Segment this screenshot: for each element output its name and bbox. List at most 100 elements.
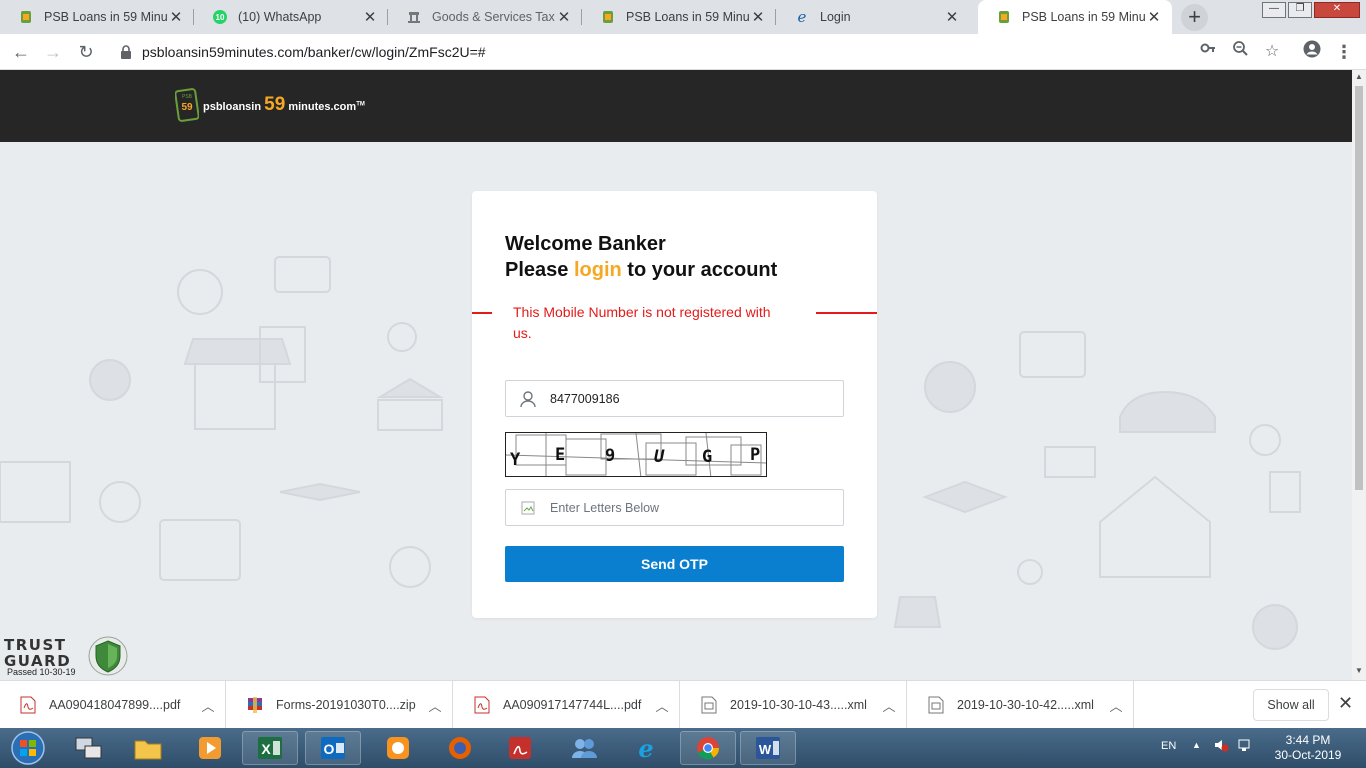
taskbar-explorer-icon[interactable]: [120, 731, 176, 765]
taskbar-excel-icon[interactable]: X: [242, 731, 298, 765]
download-filename: 2019-10-30-10-43.....xml: [730, 698, 867, 712]
restore-button[interactable]: ❐: [1288, 2, 1312, 18]
lock-icon: [121, 45, 131, 59]
download-item[interactable]: AA090418047899....pdf ︿: [0, 681, 226, 729]
taskbar-network-app-icon[interactable]: [60, 731, 116, 765]
url-text: psbloansin59minutes.com/banker/cw/login/…: [142, 44, 486, 60]
scroll-down-arrow-icon[interactable]: ▼: [1355, 666, 1363, 675]
download-filename: Forms-20191030T0....zip: [276, 698, 416, 712]
windows-taskbar: X O e W EN ▲ 3:44 PM 30-Oct-2019: [0, 728, 1366, 768]
minimize-button[interactable]: —: [1262, 2, 1286, 18]
download-filename: 2019-10-30-10-42.....xml: [957, 698, 1094, 712]
address-bar[interactable]: psbloansin59minutes.com/banker/cw/login/…: [110, 38, 1290, 66]
chevron-up-icon[interactable]: ︿: [645, 696, 679, 715]
close-tab-icon[interactable]: ✕: [556, 8, 572, 26]
bookmark-star-icon[interactable]: ☆: [1260, 40, 1284, 64]
taskbar-acrobat-icon[interactable]: [492, 731, 548, 765]
captcha-char: E: [555, 445, 566, 465]
taskbar-uc-browser-icon[interactable]: [370, 731, 426, 765]
tab-strip: PSB Loans in 59 Minutes ✕ 10 (10) WhatsA…: [0, 0, 1366, 34]
xml-icon: [928, 696, 944, 714]
tab-psb-loans-1[interactable]: PSB Loans in 59 Minutes ✕: [0, 0, 194, 34]
close-tab-icon[interactable]: ✕: [362, 8, 378, 26]
page-viewport: PSB 59 psbloansin 59 minutes.comTM Welco…: [0, 70, 1352, 680]
taskbar-outlook-icon[interactable]: O: [305, 731, 361, 765]
reload-button[interactable]: ↻: [74, 40, 98, 64]
back-button[interactable]: ←: [9, 40, 33, 64]
captcha-field[interactable]: [505, 489, 844, 526]
tab-psb-loans-active[interactable]: PSB Loans in 59 Minutes ✕: [978, 0, 1172, 34]
tab-gst[interactable]: Goods & Services Tax (GST) ✕: [388, 0, 582, 34]
svg-text:10: 10: [216, 13, 225, 22]
download-item[interactable]: 2019-10-30-10-43.....xml ︿: [681, 681, 907, 729]
chevron-up-icon[interactable]: ︿: [1099, 696, 1133, 715]
error-message: This Mobile Number is not registered wit…: [513, 304, 771, 341]
taskbar-media-player-icon[interactable]: [182, 731, 238, 765]
taskbar-internet-explorer-icon[interactable]: e: [618, 731, 674, 765]
mobile-number-input[interactable]: [550, 391, 830, 406]
svg-text:59: 59: [181, 102, 193, 113]
new-tab-button[interactable]: +: [1181, 4, 1208, 31]
svg-text:X: X: [261, 741, 271, 757]
scroll-up-arrow-icon[interactable]: ▲: [1355, 72, 1363, 81]
page-scrollbar[interactable]: ▲ ▼: [1352, 70, 1366, 680]
svg-text:W: W: [759, 742, 772, 757]
please-login-line: Please login to your account: [505, 259, 778, 281]
system-clock[interactable]: 3:44 PM 30-Oct-2019: [1268, 733, 1348, 763]
clock-time: 3:44 PM: [1285, 733, 1331, 747]
menu-icon[interactable]: ⋮: [1332, 40, 1356, 64]
trust-guard-passed-date: Passed 10-30-19: [7, 667, 76, 677]
close-downloads-bar-icon[interactable]: ✕: [1338, 693, 1353, 714]
send-otp-button[interactable]: Send OTP: [505, 546, 844, 582]
chevron-up-icon[interactable]: ︿: [418, 696, 452, 715]
close-tab-icon[interactable]: ✕: [168, 8, 184, 26]
taskbar-word-icon[interactable]: W: [740, 731, 796, 765]
close-tab-icon[interactable]: ✕: [750, 8, 766, 26]
tray-expand-icon[interactable]: ▲: [1192, 740, 1201, 750]
key-icon[interactable]: [1196, 40, 1220, 64]
captcha-image: Y E 9 U G P: [505, 432, 767, 477]
error-divider-left: [472, 312, 492, 314]
taskbar-firefox-icon[interactable]: [432, 731, 488, 765]
broken-image-icon: [506, 501, 550, 515]
svg-text:O: O: [324, 741, 335, 757]
tab-login[interactable]: e Login ✕: [776, 0, 970, 34]
download-item[interactable]: Forms-20191030T0....zip ︿: [227, 681, 453, 729]
tab-title: Goods & Services Tax (GST): [432, 10, 556, 24]
taskbar-people-icon[interactable]: [556, 731, 612, 765]
tab-whatsapp[interactable]: 10 (10) WhatsApp ✕: [194, 0, 388, 34]
close-tab-icon[interactable]: ✕: [1146, 8, 1162, 26]
tab-psb-loans-2[interactable]: PSB Loans in 59 Minutes ✕: [582, 0, 776, 34]
svg-text:e: e: [798, 9, 807, 25]
tab-title: PSB Loans in 59 Minutes: [1022, 10, 1146, 24]
captcha-input[interactable]: [550, 500, 830, 515]
trust-guard-seal[interactable]: TRUST GUARD Passed 10-30-19: [0, 633, 130, 679]
site-logo[interactable]: PSB 59 psbloansin 59 minutes.comTM: [175, 88, 365, 122]
show-all-downloads-button[interactable]: Show all: [1253, 689, 1329, 721]
captcha-char: G: [702, 447, 713, 467]
psb-favicon-icon: [996, 9, 1012, 25]
close-window-button[interactable]: ✕: [1314, 2, 1360, 18]
close-tab-icon[interactable]: ✕: [944, 8, 960, 26]
forward-button[interactable]: →: [41, 40, 65, 64]
zoom-icon[interactable]: [1228, 40, 1252, 64]
site-header: PSB 59 psbloansin 59 minutes.comTM: [0, 70, 1352, 142]
tab-title: (10) WhatsApp: [238, 10, 322, 24]
download-item[interactable]: 2019-10-30-10-42.....xml ︿: [908, 681, 1134, 729]
language-indicator[interactable]: EN: [1161, 740, 1176, 752]
trust-guard-logo: TRUST GUARD: [4, 636, 72, 670]
chevron-up-icon[interactable]: ︿: [872, 696, 906, 715]
download-item[interactable]: AA090917147744L....pdf ︿: [454, 681, 680, 729]
browser-toolbar: ← → ↻ psbloansin59minutes.com/banker/cw/…: [0, 34, 1366, 70]
downloads-bar: AA090418047899....pdf ︿ Forms-20191030T0…: [0, 680, 1366, 729]
mobile-number-field[interactable]: [505, 380, 844, 417]
profile-icon[interactable]: [1300, 40, 1324, 64]
windows-start-icon[interactable]: [5, 730, 51, 766]
chevron-up-icon[interactable]: ︿: [191, 696, 225, 715]
network-icon[interactable]: [1237, 737, 1253, 758]
taskbar-chrome-icon[interactable]: [680, 731, 736, 765]
captcha-char: 9: [605, 446, 616, 466]
scrollbar-thumb[interactable]: [1355, 86, 1363, 490]
xml-icon: [701, 696, 717, 714]
volume-muted-icon[interactable]: [1213, 737, 1229, 758]
